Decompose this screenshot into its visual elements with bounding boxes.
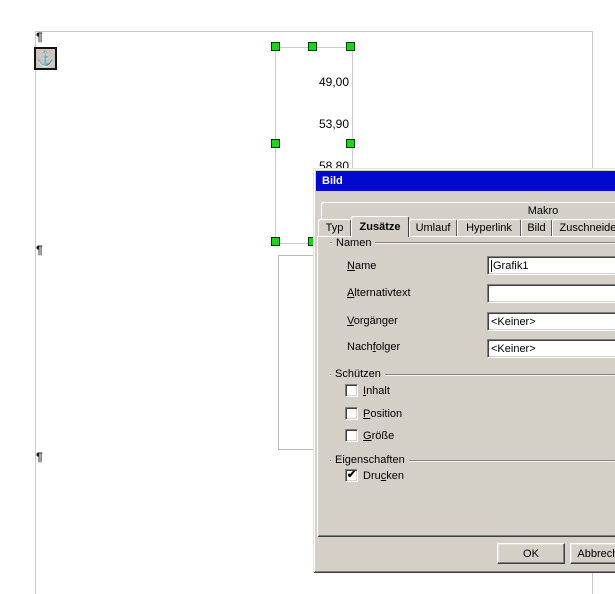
tab-typ[interactable]: Typ	[318, 219, 351, 236]
checkbox-position-label[interactable]: Position	[363, 408, 402, 421]
page-margin-left-line	[35, 31, 36, 594]
nachfolger-label: Nachfolger	[347, 341, 400, 353]
alternativtext-input[interactable]	[487, 284, 615, 303]
nachfolger-input[interactable]: <Keiner>	[487, 339, 615, 358]
tab-label: Zuschneiden	[560, 222, 615, 234]
tab-label: Typ	[326, 222, 344, 234]
name-input[interactable]: Grafik1	[487, 256, 615, 275]
selection-handle[interactable]	[271, 237, 280, 246]
tab-label: Hyperlink	[466, 222, 512, 234]
selection-handle[interactable]	[308, 42, 317, 51]
paragraph-mark: ¶	[36, 31, 43, 43]
checkbox-position[interactable]	[345, 407, 358, 420]
name-label: Name	[347, 260, 376, 272]
page-margin-top-line	[35, 31, 593, 32]
checkbox-inhalt[interactable]	[345, 384, 358, 397]
text-caret	[491, 260, 492, 272]
dialog-titlebar[interactable]: Bild	[316, 171, 615, 191]
bild-dialog: Bild Makro Typ Zusätze Umlauf Hyperlink …	[313, 168, 615, 573]
checkbox-drucken[interactable]: ✔	[345, 469, 358, 482]
tab-bild[interactable]: Bild	[521, 219, 552, 236]
writer-document-page: ¶ ¶ ¶ ⚓ 49,00 53,90 58,80 63,70 68,60 73…	[0, 0, 615, 594]
dialog-title: Bild	[322, 175, 343, 187]
selection-handle[interactable]	[271, 139, 280, 148]
value-line: 53,90	[280, 117, 349, 131]
checkmark: ✔	[347, 470, 356, 481]
tab-label: Makro	[528, 205, 559, 217]
paragraph-mark: ¶	[36, 451, 43, 463]
checkbox-inhalt-label[interactable]: Inhalt	[363, 385, 390, 398]
eigenschaften-group-label: Eigenschaften	[331, 454, 409, 466]
tab-zusaetze[interactable]: Zusätze	[351, 216, 409, 237]
checkbox-groesse[interactable]	[345, 429, 358, 442]
tab-umlauf[interactable]: Umlauf	[409, 219, 457, 236]
cancel-button[interactable]: Abbrechen	[570, 543, 615, 564]
value-line: 49,00	[280, 75, 349, 89]
paragraph-mark: ¶	[36, 244, 43, 256]
vorgaenger-value: <Keiner>	[491, 315, 536, 330]
checkbox-drucken-label[interactable]: Drucken	[363, 470, 404, 483]
alternativtext-label: Alternativtext	[347, 287, 411, 299]
nachfolger-value: <Keiner>	[491, 342, 536, 357]
checkbox-groesse-label[interactable]: Größe	[363, 430, 394, 443]
vorgaenger-input[interactable]: <Keiner>	[487, 312, 615, 331]
name-value: Grafik1	[493, 259, 528, 274]
tab-page-zusaetze	[317, 236, 615, 537]
tab-zuschneiden[interactable]: Zuschneiden	[552, 219, 615, 236]
selection-handle[interactable]	[346, 42, 355, 51]
vorgaenger-label: Vorgänger	[347, 315, 398, 327]
anchor-icon[interactable]: ⚓	[34, 47, 57, 70]
namen-group-label: Namen	[332, 237, 375, 249]
tab-label: Zusätze	[360, 221, 401, 233]
tab-label: Umlauf	[416, 222, 451, 234]
tab-label: Bild	[527, 222, 545, 234]
ok-button[interactable]: OK	[497, 543, 565, 564]
tab-hyperlink[interactable]: Hyperlink	[457, 219, 521, 236]
selection-handle[interactable]	[346, 139, 355, 148]
selection-handle[interactable]	[271, 42, 280, 51]
schuetzen-group-label: Schützen	[331, 368, 385, 380]
